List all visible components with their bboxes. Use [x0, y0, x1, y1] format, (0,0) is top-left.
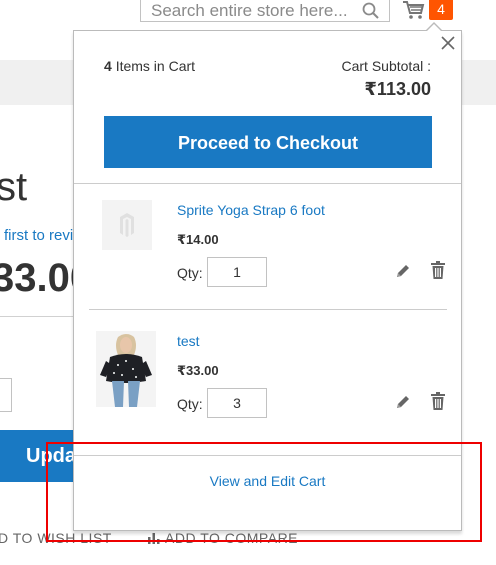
product-title: st: [0, 165, 28, 209]
review-link[interactable]: first to revi: [4, 227, 73, 244]
minicart-dropdown: 4 Items in Cart Cart Subtotal : ₹113.00 …: [73, 30, 462, 531]
cart-item: test ₹33.00 Qty:: [74, 328, 461, 448]
cart-count-badge[interactable]: 4: [429, 0, 453, 20]
cart-item-name[interactable]: test: [177, 333, 200, 349]
trash-icon[interactable]: [430, 261, 446, 279]
trash-icon[interactable]: [430, 392, 446, 410]
search-input[interactable]: [149, 0, 363, 22]
compare-label: ADD TO COMPARE: [165, 530, 299, 546]
qty-input[interactable]: [207, 257, 267, 287]
items-count-label: Items in Cart: [115, 58, 196, 74]
subtotal-label: Cart Subtotal :: [341, 58, 432, 74]
divider: [74, 455, 461, 456]
product-qty-input[interactable]: [0, 378, 12, 412]
items-in-cart: 4 Items in Cart: [104, 58, 195, 74]
item-divider: [89, 309, 447, 310]
search-icon[interactable]: [361, 1, 381, 21]
search-box[interactable]: [140, 0, 390, 22]
product-photo-image[interactable]: [96, 331, 156, 407]
items-count-number: 4: [104, 58, 112, 74]
proceed-to-checkout-button[interactable]: Proceed to Checkout: [104, 116, 432, 168]
view-and-edit-cart-link[interactable]: View and Edit Cart: [74, 473, 461, 489]
edit-icon[interactable]: [395, 394, 411, 410]
qty-label: Qty:: [177, 396, 203, 412]
add-to-wishlist-link[interactable]: D TO WISH LIST: [0, 530, 112, 546]
qty-input[interactable]: [207, 388, 267, 418]
divider: [74, 183, 461, 184]
cart-icon[interactable]: [402, 0, 426, 21]
edit-icon[interactable]: [395, 263, 411, 279]
dropdown-caret-inner: [427, 24, 441, 31]
cart-item-price: ₹14.00: [177, 232, 219, 247]
qty-label: Qty:: [177, 265, 203, 281]
compare-icon: [148, 533, 160, 544]
cart-item-price: ₹33.00: [177, 363, 219, 378]
cart-item: Sprite Yoga Strap 6 foot ₹14.00 Qty:: [74, 197, 461, 317]
subtotal-amount: ₹113.00: [364, 79, 431, 99]
close-icon[interactable]: [440, 35, 456, 51]
product-placeholder-image[interactable]: [102, 200, 152, 250]
cart-item-name[interactable]: Sprite Yoga Strap 6 foot: [177, 202, 325, 218]
add-to-compare-link[interactable]: ADD TO COMPARE: [147, 530, 298, 546]
